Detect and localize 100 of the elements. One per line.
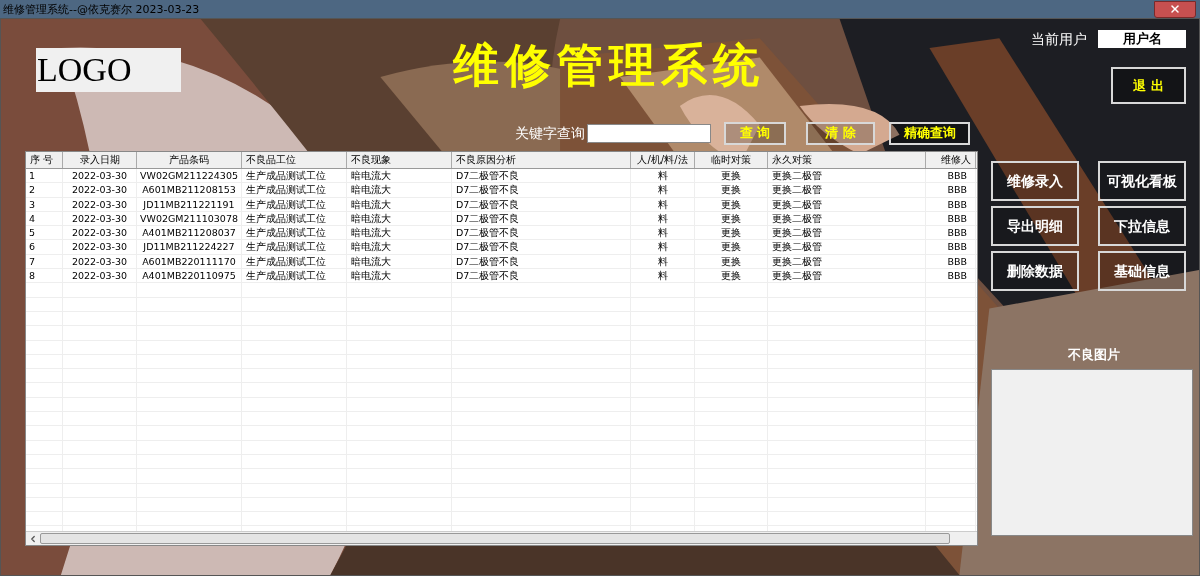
table-cell: 生产成品测试工位 xyxy=(242,211,347,226)
table-cell: 更换二极管 xyxy=(768,254,926,269)
table-cell: 更换 xyxy=(695,269,768,283)
table-cell: 暗电流大 xyxy=(347,254,452,269)
close-icon xyxy=(1169,3,1181,15)
column-header[interactable]: 不良原因分析 xyxy=(452,152,631,168)
table-cell: 暗电流大 xyxy=(347,269,452,283)
table-cell: VW02GM211224305 xyxy=(137,169,242,183)
table-cell: BBB xyxy=(926,211,976,226)
table-cell: 更换二极管 xyxy=(768,269,926,283)
table-cell: A601MB211208153 xyxy=(137,183,242,197)
table-cell: 更换 xyxy=(695,211,768,226)
table-cell: 料 xyxy=(631,197,695,211)
table-cell: 暗电流大 xyxy=(347,197,452,211)
action-button[interactable]: 可视化看板 xyxy=(1098,161,1186,201)
table-cell: D7二极管不良 xyxy=(452,226,631,240)
table-cell: BBB xyxy=(926,197,976,211)
scroll-left-icon[interactable] xyxy=(28,533,38,544)
horizontal-scrollbar[interactable] xyxy=(26,531,977,545)
table-cell: D7二极管不良 xyxy=(452,211,631,226)
column-header[interactable]: 不良品工位 xyxy=(242,152,347,168)
table-cell: D7二极管不良 xyxy=(452,197,631,211)
table-cell: D7二极管不良 xyxy=(452,240,631,254)
table-cell: BBB xyxy=(926,183,976,197)
table-cell: 生产成品测试工位 xyxy=(242,269,347,283)
table-cell: 2022-03-30 xyxy=(63,240,137,254)
search-label: 关键字查询 xyxy=(515,123,585,143)
table-cell: 更换二极管 xyxy=(768,197,926,211)
table-cell: 生产成品测试工位 xyxy=(242,254,347,269)
table-cell: D7二极管不良 xyxy=(452,269,631,283)
user-field: 用户名 xyxy=(1098,30,1186,48)
table-cell: 3 xyxy=(26,197,63,211)
exit-button[interactable]: 退 出 xyxy=(1111,67,1186,104)
table-cell: D7二极管不良 xyxy=(452,183,631,197)
table-cell: 更换二极管 xyxy=(768,240,926,254)
table-cell: 7 xyxy=(26,254,63,269)
table-cell: A601MB220111170 xyxy=(137,254,242,269)
table-cell: 更换二极管 xyxy=(768,169,926,183)
action-button[interactable]: 维修录入 xyxy=(991,161,1079,201)
table-cell: 5 xyxy=(26,226,63,240)
column-header[interactable]: 维修人 xyxy=(926,152,976,168)
image-label: 不良图片 xyxy=(1067,346,1120,364)
scrollbar-thumb[interactable] xyxy=(40,533,950,544)
table-cell: 生产成品测试工位 xyxy=(242,197,347,211)
table-cell: 更换 xyxy=(695,169,768,183)
table-cell: 更换 xyxy=(695,226,768,240)
logo: LOGO xyxy=(36,48,181,92)
table-cell: 生产成品测试工位 xyxy=(242,226,347,240)
table-cell: 8 xyxy=(26,269,63,283)
table-cell: JD11MB211224227 xyxy=(137,240,242,254)
search-button[interactable]: 查 询 xyxy=(724,121,786,145)
table-cell: BBB xyxy=(926,226,976,240)
table-cell: 2022-03-30 xyxy=(63,183,137,197)
table-cell: 更换 xyxy=(695,197,768,211)
table-cell: 料 xyxy=(631,269,695,283)
action-button[interactable]: 下拉信息 xyxy=(1098,206,1186,246)
table-cell: BBB xyxy=(926,269,976,283)
action-button[interactable]: 基础信息 xyxy=(1098,251,1186,291)
table-cell: 4 xyxy=(26,211,63,226)
table-cell: 更换二极管 xyxy=(768,211,926,226)
search-button[interactable]: 精确查询 xyxy=(889,121,970,145)
table-cell: 生产成品测试工位 xyxy=(242,169,347,183)
table-cell: 暗电流大 xyxy=(347,169,452,183)
close-button[interactable] xyxy=(1154,0,1196,18)
column-header[interactable]: 临时对策 xyxy=(695,152,768,168)
column-header[interactable]: 录入日期 xyxy=(63,152,137,168)
table-cell: BBB xyxy=(926,240,976,254)
table-cell: 更换二极管 xyxy=(768,226,926,240)
table-cell: JD11MB211221191 xyxy=(137,197,242,211)
table-cell: D7二极管不良 xyxy=(452,169,631,183)
column-header[interactable]: 人/机/料/法 xyxy=(631,152,695,168)
table-cell: A401MB220110975 xyxy=(137,269,242,283)
table-cell: 6 xyxy=(26,240,63,254)
table-cell: 2022-03-30 xyxy=(63,226,137,240)
table-cell: BBB xyxy=(926,254,976,269)
column-header[interactable]: 序 号 xyxy=(26,152,63,168)
app-title: 维修管理系统 xyxy=(453,37,765,93)
table-cell: D7二极管不良 xyxy=(452,254,631,269)
user-label: 当前用户 xyxy=(1031,29,1087,49)
table-cell: VW02GM211103078 xyxy=(137,211,242,226)
table-cell: 更换 xyxy=(695,183,768,197)
table-cell: 料 xyxy=(631,169,695,183)
table-cell: 暗电流大 xyxy=(347,211,452,226)
window-title: 维修管理系统--@依克赛尔 2023-03-23 xyxy=(3,3,200,15)
table-cell: 暗电流大 xyxy=(347,226,452,240)
table-cell: 2 xyxy=(26,183,63,197)
table-cell: 暗电流大 xyxy=(347,240,452,254)
table-cell: 料 xyxy=(631,240,695,254)
table-cell: 料 xyxy=(631,211,695,226)
table-cell: 生产成品测试工位 xyxy=(242,183,347,197)
column-header[interactable]: 不良现象 xyxy=(347,152,452,168)
table-cell: 2022-03-30 xyxy=(63,211,137,226)
column-header[interactable]: 永久对策 xyxy=(768,152,926,168)
table-cell: 2022-03-30 xyxy=(63,197,137,211)
action-button[interactable]: 导出明细 xyxy=(991,206,1079,246)
table-cell: 料 xyxy=(631,254,695,269)
table-cell: 2022-03-30 xyxy=(63,169,137,183)
column-header[interactable]: 产品条码 xyxy=(137,152,242,168)
action-button[interactable]: 删除数据 xyxy=(991,251,1079,291)
table-cell: 料 xyxy=(631,183,695,197)
